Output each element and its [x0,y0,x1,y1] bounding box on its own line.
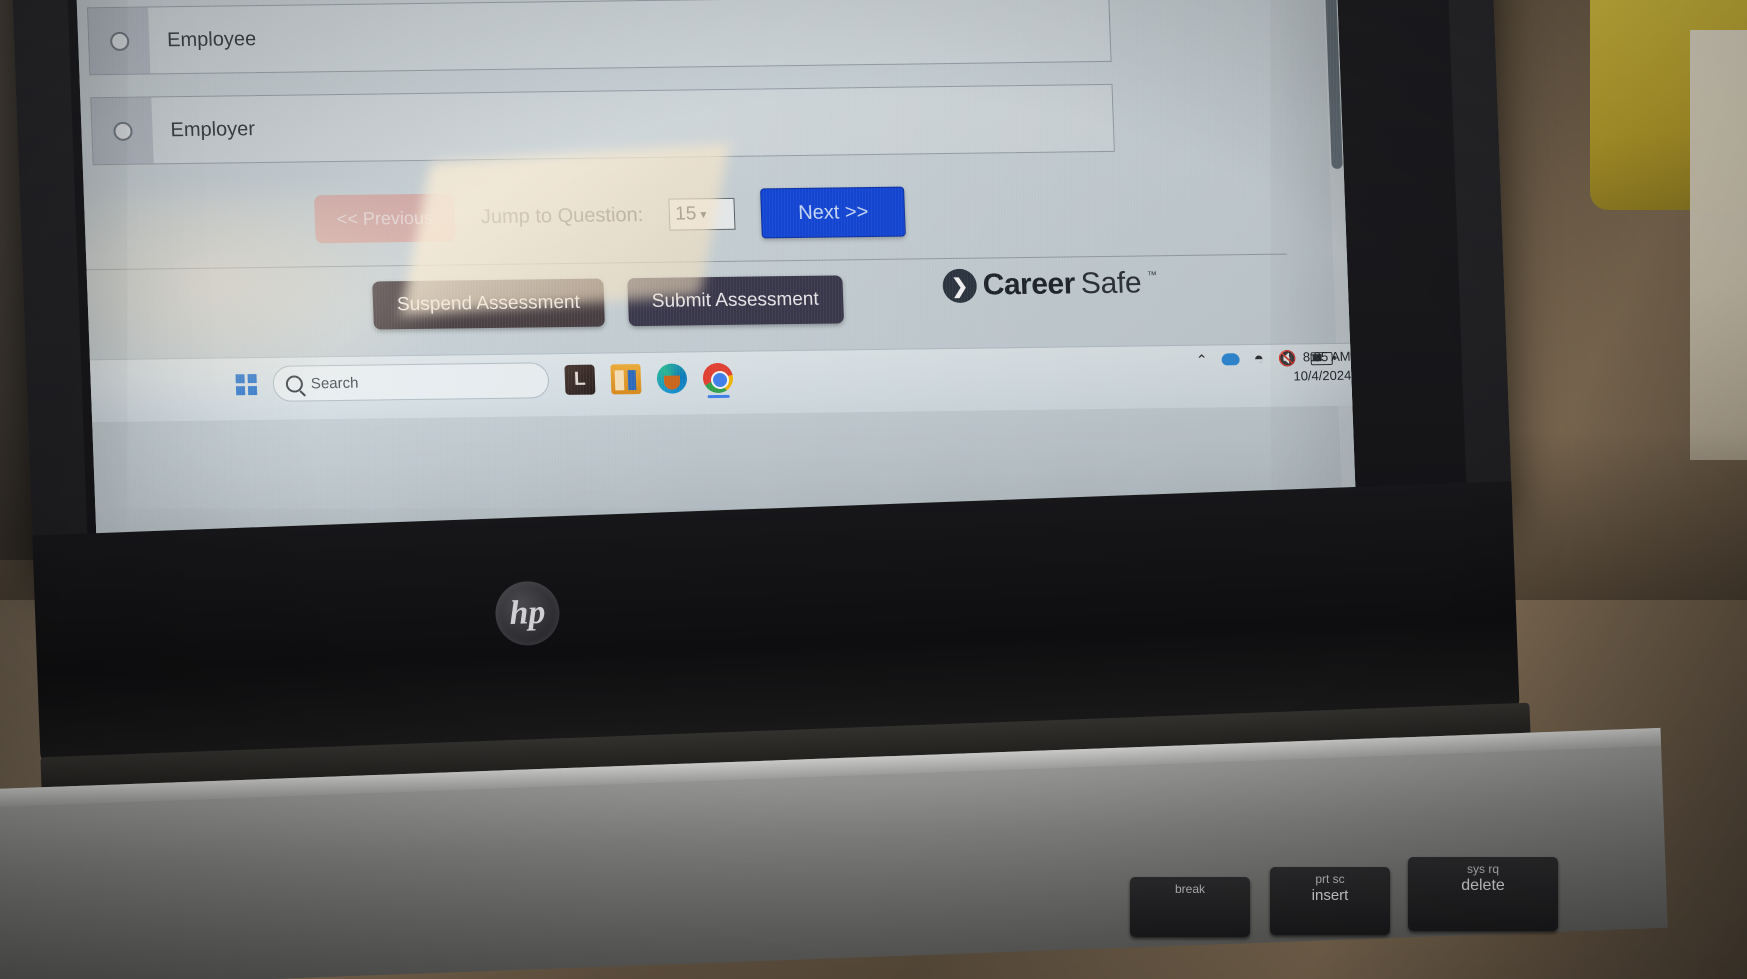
answer-option-label: Employee [166,27,257,51]
background-object-beige [1690,30,1747,460]
chevron-right-icon: ❯ [942,268,978,304]
taskbar-search-input[interactable]: Search [272,362,550,402]
radio-button-icon[interactable] [112,121,133,141]
lenovo-vantage-icon[interactable] [564,364,596,395]
file-explorer-icon[interactable] [610,364,642,395]
laptop-screen: Question 15 of 25 Who is responsible for… [71,0,1357,536]
careersafe-logo: ❯ Career Safe ™ [942,266,1158,304]
key-top-label: break [1174,882,1206,896]
active-app-indicator [707,394,730,399]
key-top-label: prt sc [1315,872,1345,886]
next-question-button[interactable]: Next >> [760,186,907,239]
clock-time: 8:35 AM [1302,348,1351,365]
jump-to-question-value: 15 [674,203,697,225]
jump-to-question-label: Jump to Question: [480,203,644,228]
search-icon [285,374,304,393]
key-bottom-label: delete [1461,876,1505,894]
jump-to-question-select[interactable]: 15 ▾ [668,197,736,231]
keyboard-keys: break prt sc insert sys rq delete [1120,855,1747,979]
answer-option-employer[interactable]: Employer [90,83,1115,166]
previous-question-button[interactable]: << Previous [313,193,456,244]
submit-assessment-button[interactable]: Submit Assessment [626,275,844,327]
assessment-footer-actions: Suspend Assessment Submit Assessment [372,269,1304,330]
brand-name-light: Safe [1080,266,1142,301]
key-top-label: sys rq [1466,862,1499,876]
brand-name-bold: Career [982,267,1076,302]
radio-button-icon[interactable] [109,31,130,51]
key-bottom-label: insert [1311,886,1349,904]
laptop: Question 15 of 25 Who is responsible for… [0,0,1668,979]
trademark-symbol: ™ [1146,270,1158,282]
photo-of-laptop-screen: Question 15 of 25 Who is responsible for… [0,0,1747,979]
google-chrome-icon[interactable] [702,362,734,399]
key-prtsc-insert[interactable]: prt sc insert [1270,867,1390,935]
key-break[interactable]: break [1130,877,1250,937]
taskbar-clock[interactable]: 8:35 AM 10/4/2024 [1200,348,1351,388]
radio-cell[interactable] [91,97,154,165]
radio-cell[interactable] [87,7,151,75]
clock-date: 10/4/2024 [1293,367,1352,384]
chevron-down-icon: ▾ [700,207,707,222]
question-navigation-row: << Previous Jump to Question: 15 ▾ Next … [313,183,1146,244]
answer-option-label: Employer [170,117,256,141]
microsoft-edge-icon[interactable] [656,363,688,394]
windows-taskbar: Search ⌃ ◓ 🔇 [89,342,1353,423]
answer-option-employee[interactable]: Employee [86,0,1112,76]
start-button-icon[interactable] [235,373,258,395]
search-placeholder: Search [310,374,359,392]
careersafe-assessment-page: Question 15 of 25 Who is responsible for… [71,0,1357,536]
taskbar-center-group: Search [235,360,734,402]
suspend-assessment-button[interactable]: Suspend Assessment [372,278,605,330]
key-sysrq-delete[interactable]: sys rq delete [1408,857,1558,931]
